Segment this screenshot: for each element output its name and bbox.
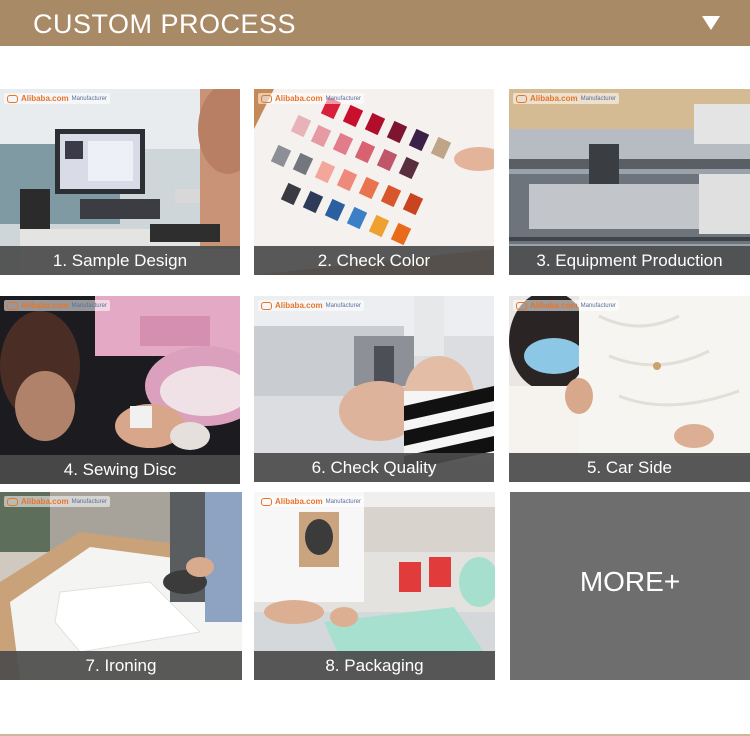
step-caption: 3. Equipment Production <box>509 246 750 275</box>
alibaba-logo: Alibaba.com Manufacturer <box>4 93 110 104</box>
step-tile-car-side[interactable]: Alibaba.com Manufacturer 5. Car Side <box>509 296 750 482</box>
alibaba-logo: Alibaba.com Manufacturer <box>4 300 110 311</box>
step-caption: 2. Check Color <box>254 246 494 275</box>
more-label: MORE+ <box>579 566 681 597</box>
alibaba-icon <box>7 497 18 506</box>
alibaba-logo: Alibaba.com Manufacturer <box>258 93 364 104</box>
alibaba-logo: Alibaba.com Manufacturer <box>4 496 110 507</box>
section-header[interactable]: CUSTOM PROCESS <box>0 0 750 46</box>
section-title: CUSTOM PROCESS <box>33 9 297 39</box>
alibaba-icon <box>7 301 18 310</box>
step-tile-packaging[interactable]: Alibaba.com Manufacturer 8. Packaging <box>254 492 495 680</box>
step-tile-equipment-production[interactable]: Alibaba.com Manufacturer 3. Equipment Pro… <box>509 89 750 275</box>
alibaba-logo: Alibaba.com Manufacturer <box>513 93 619 104</box>
step-tile-ironing[interactable]: Alibaba.com Manufacturer 7. Ironing <box>0 492 242 680</box>
alibaba-icon <box>261 497 272 506</box>
step-caption: 6. Check Quality <box>254 453 494 482</box>
alibaba-icon <box>261 94 272 103</box>
alibaba-icon <box>516 301 527 310</box>
step-tile-sample-design[interactable]: Alibaba.com Manufacturer 1. Sample Design <box>0 89 240 275</box>
step-caption: 7. Ironing <box>0 651 242 680</box>
step-tile-check-quality[interactable]: Alibaba.com Manufacturer 6. Check Quality <box>254 296 494 482</box>
step-caption: 4. Sewing Disc <box>0 455 240 484</box>
alibaba-logo: Alibaba.com Manufacturer <box>258 300 364 311</box>
more-button[interactable]: MORE+ <box>510 492 750 680</box>
step-caption: 1. Sample Design <box>0 246 240 275</box>
alibaba-icon <box>7 94 18 103</box>
step-tile-sewing-disc[interactable]: Alibaba.com Manufacturer 4. Sewing Disc <box>0 296 240 484</box>
step-tile-check-color[interactable]: Alibaba.com Manufacturer 2. Check Color <box>254 89 494 275</box>
triangle-down-icon[interactable] <box>702 16 720 30</box>
alibaba-logo: Alibaba.com Manufacturer <box>513 300 619 311</box>
step-caption: 5. Car Side <box>509 453 750 482</box>
alibaba-icon <box>516 94 527 103</box>
alibaba-logo: Alibaba.com Manufacturer <box>258 496 364 507</box>
alibaba-icon <box>261 301 272 310</box>
step-caption: 8. Packaging <box>254 651 495 680</box>
